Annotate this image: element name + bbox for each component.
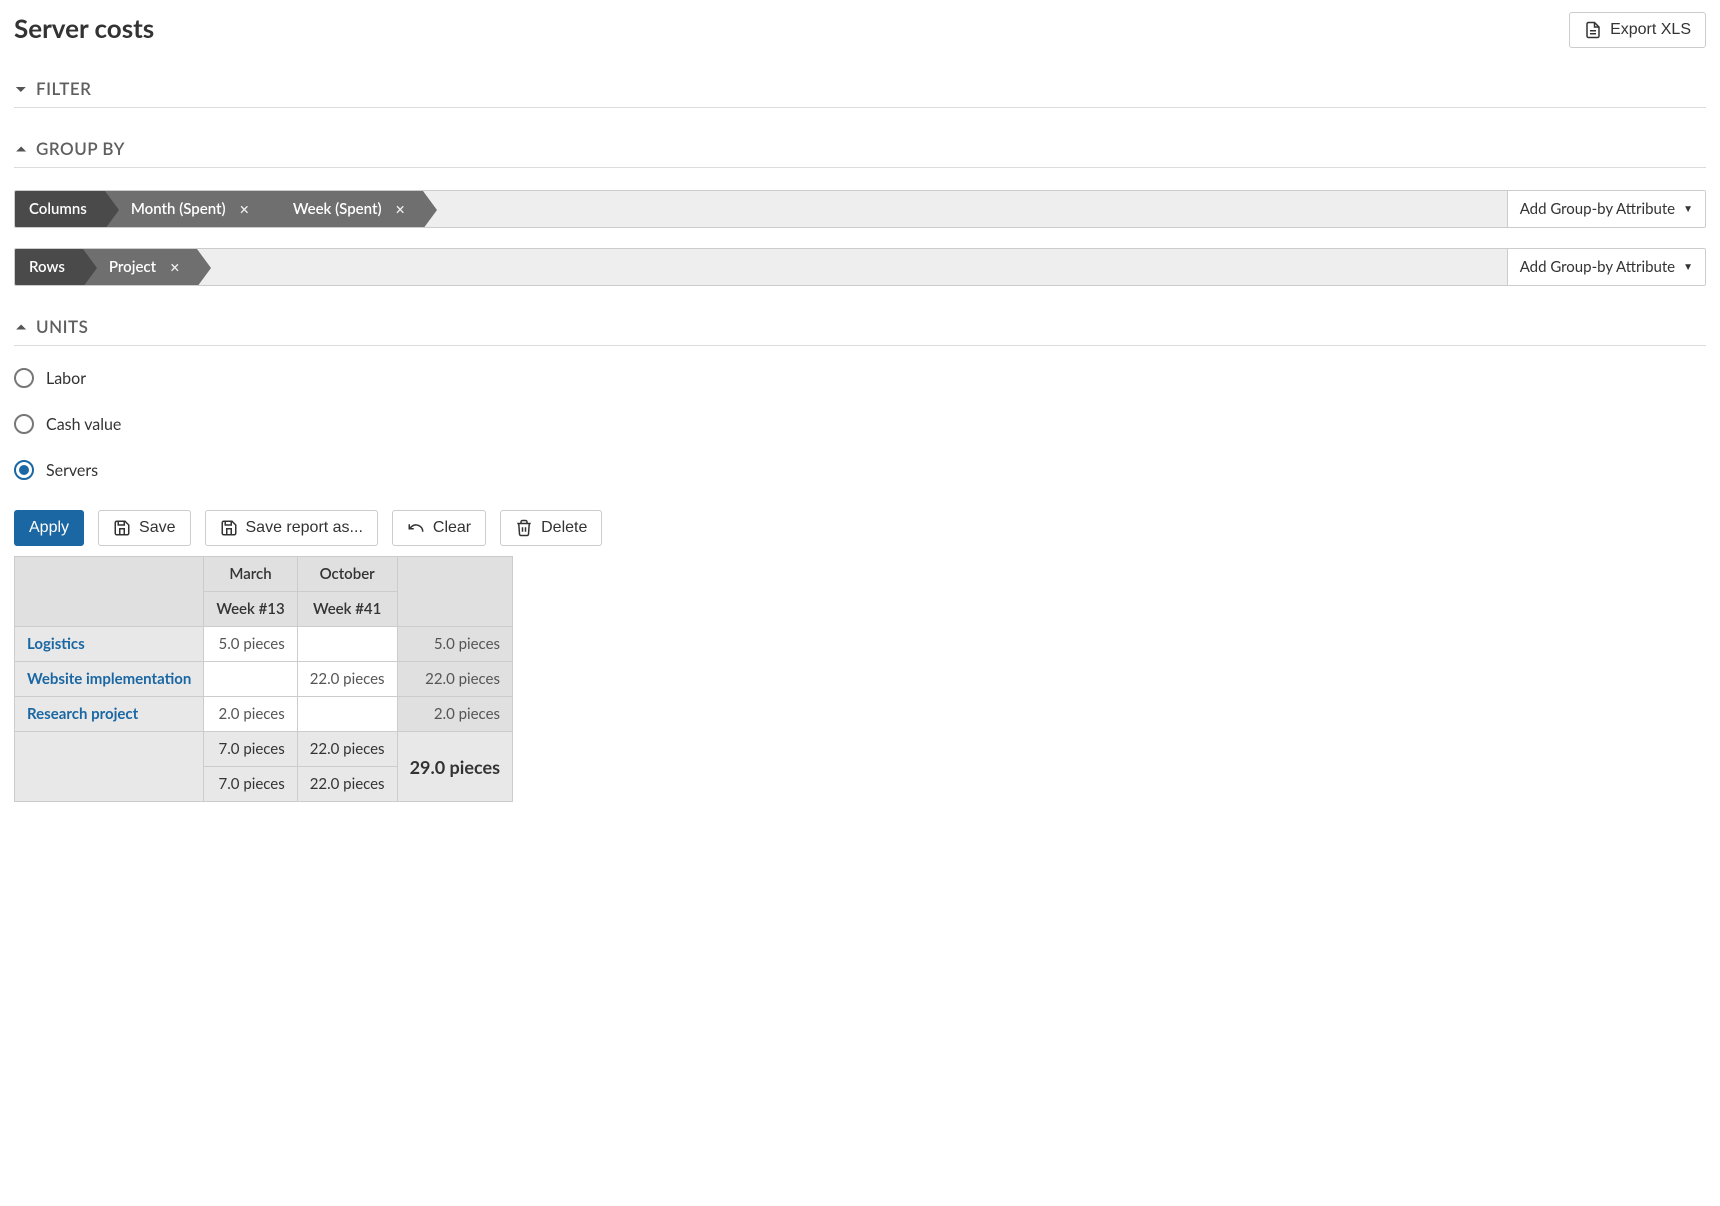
caret-down-icon: ▼: [1683, 261, 1693, 273]
units-section-toggle[interactable]: ⏶ UNITS: [14, 316, 1706, 346]
report-table: March October Week #13 Week #41 Logistic…: [14, 556, 513, 802]
table-row-total: 22.0 pieces: [397, 662, 512, 697]
unit-option-servers[interactable]: Servers: [14, 460, 1706, 480]
table-cell: 5.0 pieces: [204, 627, 297, 662]
chevron-down-icon: ⏷: [14, 80, 28, 98]
columns-root-crumb: Columns: [15, 191, 105, 227]
table-col-subtotal: 7.0 pieces: [204, 767, 297, 802]
table-row-project[interactable]: Research project: [15, 697, 204, 732]
table-row-total: 2.0 pieces: [397, 697, 512, 732]
unit-option-cash-value[interactable]: Cash value: [14, 414, 1706, 434]
export-xls-button[interactable]: Export XLS: [1569, 12, 1706, 48]
column-crumb-week[interactable]: Week (Spent) ×: [267, 191, 423, 227]
save-icon: [220, 519, 238, 537]
add-row-attribute-button[interactable]: Add Group-by Attribute ▼: [1507, 249, 1705, 285]
caret-down-icon: ▼: [1683, 203, 1693, 215]
table-cell: [297, 627, 397, 662]
chevron-up-icon: ⏶: [14, 318, 28, 336]
groupby-section-toggle[interactable]: ⏶ GROUP BY: [14, 138, 1706, 168]
row-crumb-project[interactable]: Project ×: [83, 249, 198, 285]
unit-option-label: Servers: [46, 461, 98, 480]
table-cell: [204, 662, 297, 697]
table-row-project[interactable]: Logistics: [15, 627, 204, 662]
unit-option-label: Cash value: [46, 415, 121, 434]
remove-column-week-icon[interactable]: ×: [396, 200, 405, 219]
filter-section-label: FILTER: [36, 78, 91, 99]
table-row-project[interactable]: Website implementation: [15, 662, 204, 697]
unit-option-labor[interactable]: Labor: [14, 368, 1706, 388]
table-total-header: [397, 557, 512, 627]
clear-button[interactable]: Clear: [392, 510, 486, 546]
radio-icon[interactable]: [14, 460, 34, 480]
table-month-header: October: [297, 557, 397, 592]
radio-icon[interactable]: [14, 368, 34, 388]
apply-button[interactable]: Apply: [14, 510, 84, 546]
rows-root-crumb: Rows: [15, 249, 83, 285]
table-month-header: March: [204, 557, 297, 592]
remove-column-month-icon[interactable]: ×: [240, 200, 249, 219]
groupby-section-label: GROUP BY: [36, 138, 125, 159]
table-col-subtotal: 7.0 pieces: [204, 732, 297, 767]
table-grand-total: 29.0 pieces: [397, 732, 512, 802]
file-icon: [1584, 21, 1602, 39]
save-button[interactable]: Save: [98, 510, 190, 546]
delete-button[interactable]: Delete: [500, 510, 602, 546]
table-col-subtotal: 22.0 pieces: [297, 767, 397, 802]
add-column-attribute-button[interactable]: Add Group-by Attribute ▼: [1507, 191, 1705, 227]
save-icon: [113, 519, 131, 537]
trash-icon: [515, 519, 533, 537]
filter-section-toggle[interactable]: ⏷ FILTER: [14, 78, 1706, 108]
units-section-label: UNITS: [36, 316, 88, 337]
table-cell: [297, 697, 397, 732]
table-corner: [15, 557, 204, 627]
groupby-columns-row: Columns Month (Spent) × Week (Spent) × A…: [14, 190, 1706, 228]
column-crumb-month[interactable]: Month (Spent) ×: [105, 191, 267, 227]
undo-icon: [407, 519, 425, 537]
groupby-rows-row: Rows Project × Add Group-by Attribute ▼: [14, 248, 1706, 286]
radio-icon[interactable]: [14, 414, 34, 434]
unit-option-label: Labor: [46, 369, 86, 388]
export-xls-label: Export XLS: [1610, 21, 1691, 39]
table-subtotal-blank: [15, 732, 204, 802]
table-col-subtotal: 22.0 pieces: [297, 732, 397, 767]
save-as-button[interactable]: Save report as...: [205, 510, 378, 546]
table-cell: 22.0 pieces: [297, 662, 397, 697]
page-title: Server costs: [14, 12, 154, 44]
table-cell: 2.0 pieces: [204, 697, 297, 732]
remove-row-project-icon[interactable]: ×: [170, 258, 179, 277]
chevron-up-icon: ⏶: [14, 140, 28, 158]
table-week-header: Week #41: [297, 592, 397, 627]
table-week-header: Week #13: [204, 592, 297, 627]
table-row-total: 5.0 pieces: [397, 627, 512, 662]
